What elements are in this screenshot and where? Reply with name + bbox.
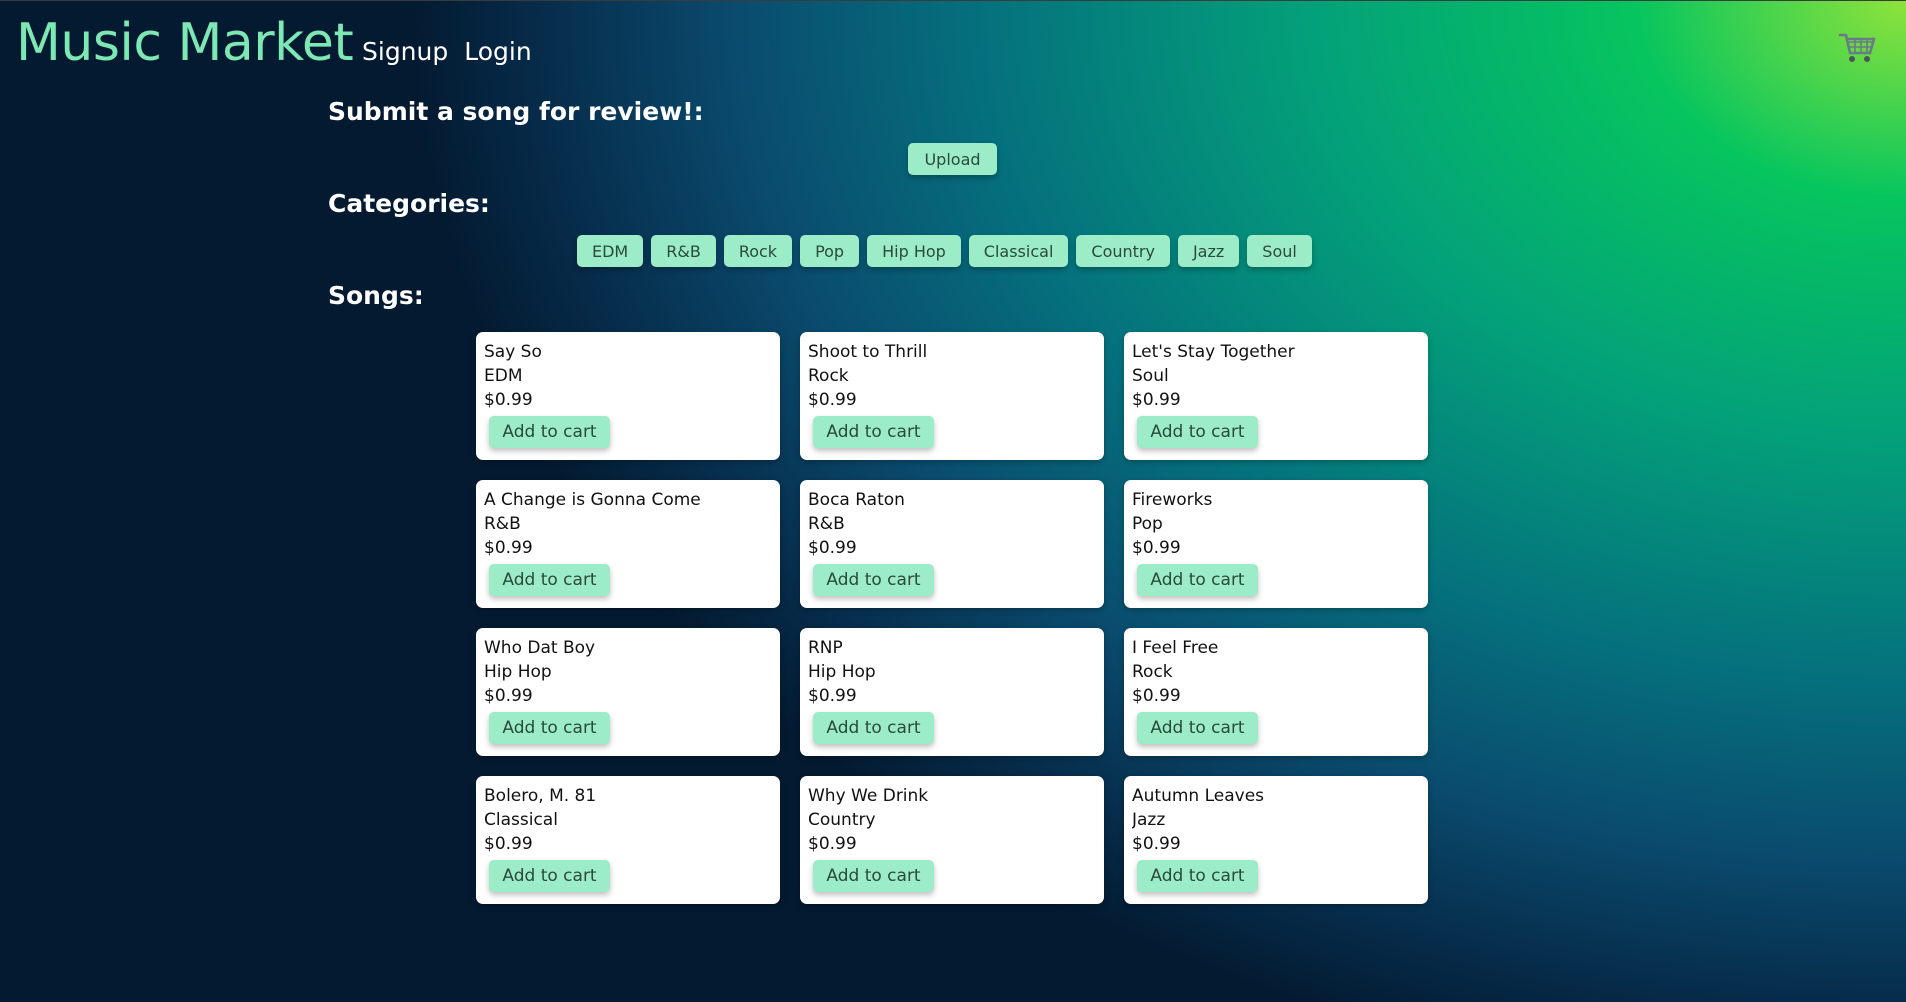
song-title: Bolero, M. 81 bbox=[484, 786, 597, 806]
category-button-rnb[interactable]: R&B bbox=[651, 235, 716, 267]
song-category: Rock bbox=[1132, 662, 1173, 682]
song-card: Why We Drink Country $0.99 Add to cart bbox=[800, 776, 1104, 904]
song-category: EDM bbox=[484, 366, 523, 386]
site-logo[interactable]: Music Market bbox=[16, 12, 354, 74]
top-border bbox=[0, 0, 1906, 1]
category-button-country[interactable]: Country bbox=[1076, 235, 1170, 267]
category-button-soul[interactable]: Soul bbox=[1247, 235, 1312, 267]
song-category: R&B bbox=[484, 514, 521, 534]
song-price: $0.99 bbox=[484, 686, 533, 706]
song-title: Fireworks bbox=[1132, 490, 1213, 510]
song-price: $0.99 bbox=[1132, 538, 1181, 558]
song-price: $0.99 bbox=[484, 834, 533, 854]
song-category: Soul bbox=[1132, 366, 1169, 386]
song-card: Bolero, M. 81 Classical $0.99 Add to car… bbox=[476, 776, 780, 904]
song-card: Say So EDM $0.99 Add to cart bbox=[476, 332, 780, 460]
song-category: Rock bbox=[808, 366, 849, 386]
songs-section-title: Songs: bbox=[328, 281, 424, 310]
song-title: A Change is Gonna Come bbox=[484, 490, 701, 510]
song-title: RNP bbox=[808, 638, 843, 658]
category-button-edm[interactable]: EDM bbox=[577, 235, 644, 267]
category-button-hip-hop[interactable]: Hip Hop bbox=[867, 235, 961, 267]
song-card: Boca Raton R&B $0.99 Add to cart bbox=[800, 480, 1104, 608]
login-link[interactable]: Login bbox=[464, 32, 531, 72]
song-title: Shoot to Thrill bbox=[808, 342, 928, 362]
category-button-rock[interactable]: Rock bbox=[723, 235, 793, 267]
song-card: Autumn Leaves Jazz $0.99 Add to cart bbox=[1124, 776, 1428, 904]
song-category: Classical bbox=[484, 810, 558, 830]
song-title: Who Dat Boy bbox=[484, 638, 596, 658]
song-title: Say So bbox=[484, 342, 542, 362]
add-to-cart-button[interactable]: Add to cart bbox=[489, 416, 610, 448]
add-to-cart-button[interactable]: Add to cart bbox=[1137, 860, 1258, 892]
add-to-cart-button[interactable]: Add to cart bbox=[1137, 564, 1258, 596]
song-price: $0.99 bbox=[808, 390, 857, 410]
song-category: Hip Hop bbox=[808, 662, 876, 682]
song-price: $0.99 bbox=[1132, 834, 1181, 854]
category-button-classical[interactable]: Classical bbox=[968, 235, 1069, 267]
add-to-cart-button[interactable]: Add to cart bbox=[813, 860, 934, 892]
song-price: $0.99 bbox=[484, 390, 533, 410]
song-title: Boca Raton bbox=[808, 490, 905, 510]
category-button-pop[interactable]: Pop bbox=[800, 235, 860, 267]
song-title: Let's Stay Together bbox=[1132, 342, 1295, 362]
upload-button[interactable]: Upload bbox=[908, 143, 997, 175]
song-category: R&B bbox=[808, 514, 845, 534]
category-button-jazz[interactable]: Jazz bbox=[1177, 235, 1240, 267]
song-category: Hip Hop bbox=[484, 662, 552, 682]
category-list: EDM R&B Rock Pop Hip Hop Classical Count… bbox=[577, 235, 1312, 267]
song-price: $0.99 bbox=[808, 538, 857, 558]
song-card: Fireworks Pop $0.99 Add to cart bbox=[1124, 480, 1428, 608]
song-card: Let's Stay Together Soul $0.99 Add to ca… bbox=[1124, 332, 1428, 460]
song-category: Jazz bbox=[1132, 810, 1166, 830]
song-grid: Say So EDM $0.99 Add to cart Shoot to Th… bbox=[476, 332, 1428, 904]
song-price: $0.99 bbox=[1132, 686, 1181, 706]
add-to-cart-button[interactable]: Add to cart bbox=[813, 416, 934, 448]
signup-link[interactable]: Signup bbox=[362, 32, 448, 72]
shopping-cart-icon[interactable] bbox=[1838, 28, 1876, 66]
add-to-cart-button[interactable]: Add to cart bbox=[813, 564, 934, 596]
add-to-cart-button[interactable]: Add to cart bbox=[489, 564, 610, 596]
song-category: Pop bbox=[1132, 514, 1163, 534]
top-nav: Signup Login bbox=[362, 32, 532, 72]
add-to-cart-button[interactable]: Add to cart bbox=[813, 712, 934, 744]
song-price: $0.99 bbox=[484, 538, 533, 558]
song-card: A Change is Gonna Come R&B $0.99 Add to … bbox=[476, 480, 780, 608]
song-card: Who Dat Boy Hip Hop $0.99 Add to cart bbox=[476, 628, 780, 756]
song-title: Why We Drink bbox=[808, 786, 929, 806]
song-price: $0.99 bbox=[1132, 390, 1181, 410]
upload-section-title: Submit a song for review!: bbox=[328, 97, 704, 126]
add-to-cart-button[interactable]: Add to cart bbox=[1137, 712, 1258, 744]
song-card: Shoot to Thrill Rock $0.99 Add to cart bbox=[800, 332, 1104, 460]
add-to-cart-button[interactable]: Add to cart bbox=[489, 712, 610, 744]
add-to-cart-button[interactable]: Add to cart bbox=[489, 860, 610, 892]
song-card: I Feel Free Rock $0.99 Add to cart bbox=[1124, 628, 1428, 756]
song-title: Autumn Leaves bbox=[1132, 786, 1265, 806]
song-price: $0.99 bbox=[808, 686, 857, 706]
categories-section-title: Categories: bbox=[328, 189, 490, 218]
song-card: RNP Hip Hop $0.99 Add to cart bbox=[800, 628, 1104, 756]
song-category: Country bbox=[808, 810, 876, 830]
add-to-cart-button[interactable]: Add to cart bbox=[1137, 416, 1258, 448]
song-price: $0.99 bbox=[808, 834, 857, 854]
song-title: I Feel Free bbox=[1132, 638, 1219, 658]
